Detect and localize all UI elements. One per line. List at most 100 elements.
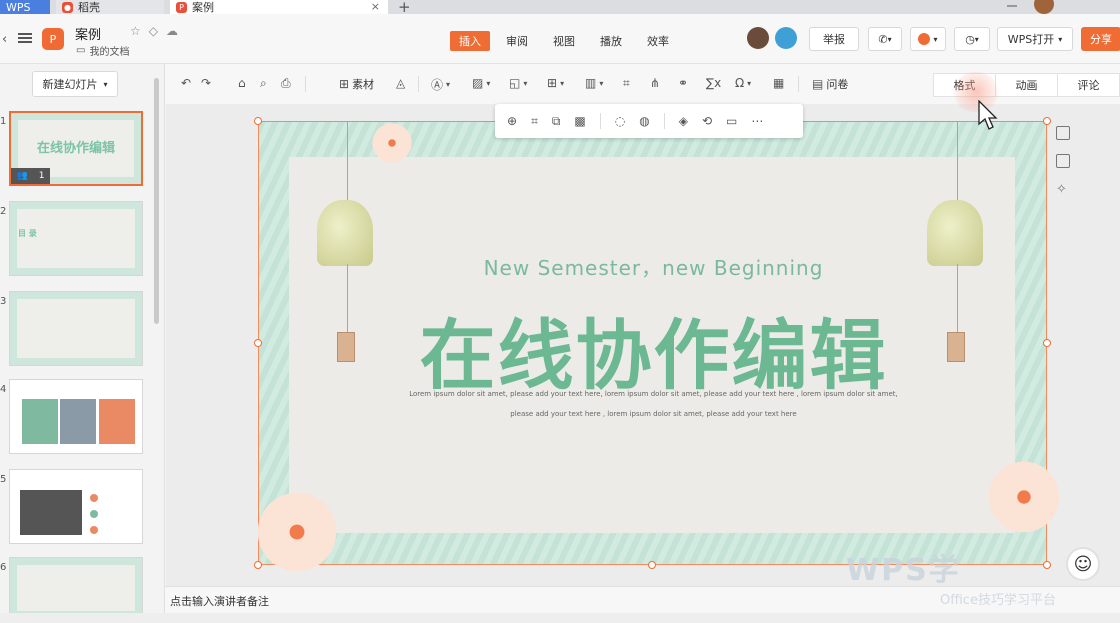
textbox-button[interactable]: Ⓐ ▾ bbox=[431, 76, 450, 93]
questionnaire-label: 问卷 bbox=[826, 78, 849, 91]
undo-icon[interactable]: ↶ bbox=[181, 76, 191, 90]
flowchart-icon[interactable]: ⋔ bbox=[650, 76, 660, 90]
zoom-in-icon[interactable]: ⊕ bbox=[507, 114, 517, 128]
omega-icon: Ω bbox=[735, 76, 745, 90]
tab-animation[interactable]: 动画 bbox=[996, 74, 1058, 96]
thumbnail-title: 在线协作编辑 bbox=[36, 141, 115, 156]
link-icon[interactable]: ⚭ bbox=[678, 76, 688, 90]
collaborator-avatar[interactable] bbox=[747, 27, 769, 49]
slide-canvas[interactable]: New Semester，new Beginning 在线协作编辑 Lorem … bbox=[247, 118, 1069, 582]
qrcode-icon[interactable]: ▦ bbox=[773, 76, 784, 90]
collaborator-avatar[interactable] bbox=[775, 27, 797, 49]
resize-handle[interactable] bbox=[1043, 561, 1051, 569]
slide-title[interactable]: 在线协作编辑 bbox=[259, 294, 1048, 404]
thumbnail-scrollbar[interactable] bbox=[154, 78, 159, 324]
chart-button[interactable]: ▥ ▾ bbox=[585, 76, 603, 90]
slide-body-text[interactable]: Lorem ipsum dolor sit amet, please add y… bbox=[259, 390, 1048, 398]
tab-comment[interactable]: 评论 bbox=[1058, 74, 1119, 96]
tab-daoke[interactable]: ● 稻壳 bbox=[56, 0, 164, 14]
grid-icon: ⊞ bbox=[339, 77, 350, 91]
tag-icon[interactable]: ◇ bbox=[149, 24, 158, 38]
table-button[interactable]: ⊞ ▾ bbox=[547, 76, 564, 90]
open-in-wps-button[interactable]: WPS打开 ▾ bbox=[997, 27, 1073, 51]
resize-handle[interactable] bbox=[1043, 339, 1051, 347]
report-button[interactable]: 举报 bbox=[809, 27, 859, 51]
image-icon: ▨ bbox=[472, 76, 484, 90]
ribbon-menu-tabs: 插入 审阅 视图 播放 效率 bbox=[450, 31, 685, 51]
resize-handle[interactable] bbox=[254, 339, 262, 347]
search-icon[interactable]: ⌕ bbox=[260, 76, 267, 91]
document-location[interactable]: ▭ 我的文档 bbox=[76, 43, 129, 58]
effects-icon[interactable]: ◍ bbox=[639, 114, 649, 128]
editor-count: 1 bbox=[38, 171, 45, 181]
menu-review[interactable]: 审阅 bbox=[497, 31, 537, 51]
connector-icon[interactable]: ⌗ bbox=[623, 76, 630, 91]
slide-thumbnail-2[interactable]: 目 录 bbox=[9, 201, 143, 276]
menu-efficiency[interactable]: 效率 bbox=[638, 31, 678, 51]
folder-icon: ▭ bbox=[76, 45, 86, 56]
slide-thumbnail-3[interactable] bbox=[9, 291, 143, 366]
assistant-avatar-icon[interactable]: ☺ bbox=[1066, 547, 1100, 581]
star-icon[interactable]: ☆ bbox=[130, 24, 141, 38]
call-button[interactable]: ✆ ▾ bbox=[868, 27, 902, 51]
slide-thumbnail-4[interactable] bbox=[9, 379, 143, 454]
layout-panel-icon[interactable] bbox=[1056, 126, 1070, 140]
more-icon[interactable]: ⋯ bbox=[751, 114, 763, 128]
material-button[interactable]: ⊞ 素材 bbox=[339, 76, 374, 92]
slide-thumbnail-6[interactable] bbox=[9, 557, 143, 619]
flower-decoration bbox=[979, 452, 1069, 542]
thumbnail-canvas bbox=[17, 299, 135, 358]
textbox-icon: Ⓐ bbox=[431, 78, 444, 92]
chevron-down-icon: ▾ bbox=[974, 34, 979, 44]
slide-thumbnail-5[interactable] bbox=[9, 469, 143, 544]
tab-case-document[interactable]: P 案例 × bbox=[170, 0, 388, 14]
replace-image-icon[interactable]: ⧉ bbox=[552, 114, 561, 129]
outline-icon[interactable]: ◌ bbox=[615, 114, 625, 128]
share-button[interactable]: 分享 bbox=[1081, 27, 1120, 51]
play-button[interactable]: ▾ bbox=[910, 27, 946, 51]
shape-fill-icon[interactable]: ◬ bbox=[396, 76, 405, 90]
symbol-button[interactable]: Ω ▾ bbox=[735, 76, 751, 90]
questionnaire-button[interactable]: ▤ 问卷 bbox=[812, 76, 848, 92]
document-name[interactable]: 案例 bbox=[75, 24, 101, 43]
tab-wps[interactable]: WPS bbox=[0, 0, 50, 14]
location-label: 我的文档 bbox=[89, 47, 130, 58]
image-button[interactable]: ▨ ▾ bbox=[472, 76, 490, 90]
watermark-brand: WPS学 bbox=[846, 553, 961, 588]
print-icon[interactable]: ⎙ bbox=[281, 76, 291, 91]
clock-icon: ◷ bbox=[965, 32, 975, 46]
resize-handle[interactable] bbox=[254, 117, 262, 125]
layers-icon[interactable]: ◈ bbox=[679, 114, 688, 128]
slide-thumbnail-1[interactable]: 在线协作编辑 👥 1 bbox=[9, 111, 143, 186]
menu-view[interactable]: 视图 bbox=[544, 31, 584, 51]
resize-handle[interactable] bbox=[648, 561, 656, 569]
document-actions: ☆ ◇ ☁ bbox=[130, 24, 178, 38]
slide-subtitle[interactable]: New Semester，new Beginning bbox=[259, 252, 1048, 281]
new-slide-button[interactable]: 新建幻灯片 ▾ bbox=[32, 71, 118, 97]
bar-chart-icon: ▥ bbox=[585, 76, 597, 90]
resize-handle[interactable] bbox=[254, 561, 262, 569]
history-button[interactable]: ◷ ▾ bbox=[954, 27, 990, 51]
window-minimize-icon[interactable] bbox=[1003, 0, 1025, 12]
shape-button[interactable]: ◱ ▾ bbox=[509, 76, 527, 90]
menu-play[interactable]: 播放 bbox=[591, 31, 631, 51]
close-tab-icon[interactable]: × bbox=[371, 0, 380, 13]
user-avatar[interactable] bbox=[1034, 0, 1054, 14]
cloud-icon[interactable]: ☁ bbox=[166, 24, 178, 38]
hamburger-menu-icon[interactable] bbox=[18, 31, 32, 45]
menu-insert[interactable]: 插入 bbox=[450, 31, 490, 51]
magic-icon[interactable]: ✧ bbox=[1056, 182, 1070, 197]
background-panel-icon[interactable] bbox=[1056, 154, 1070, 168]
redo-icon[interactable]: ↷ bbox=[201, 76, 211, 90]
transparency-icon[interactable]: ▩ bbox=[574, 114, 585, 128]
back-icon[interactable]: ‹ bbox=[2, 32, 7, 47]
comment-icon[interactable]: ▭ bbox=[726, 114, 737, 128]
format-painter-icon[interactable]: ⌂ bbox=[238, 76, 246, 90]
slide-body-text[interactable]: please add your text here , lorem ipsum … bbox=[259, 410, 1048, 418]
chevron-down-icon: ▾ bbox=[933, 34, 938, 44]
crop-icon[interactable]: ⌗ bbox=[531, 114, 538, 129]
rotate-icon[interactable]: ⟲ bbox=[702, 114, 712, 128]
resize-handle[interactable] bbox=[1043, 117, 1051, 125]
questionnaire-icon: ▤ bbox=[812, 77, 824, 91]
formula-icon[interactable]: ∑x bbox=[706, 76, 721, 90]
